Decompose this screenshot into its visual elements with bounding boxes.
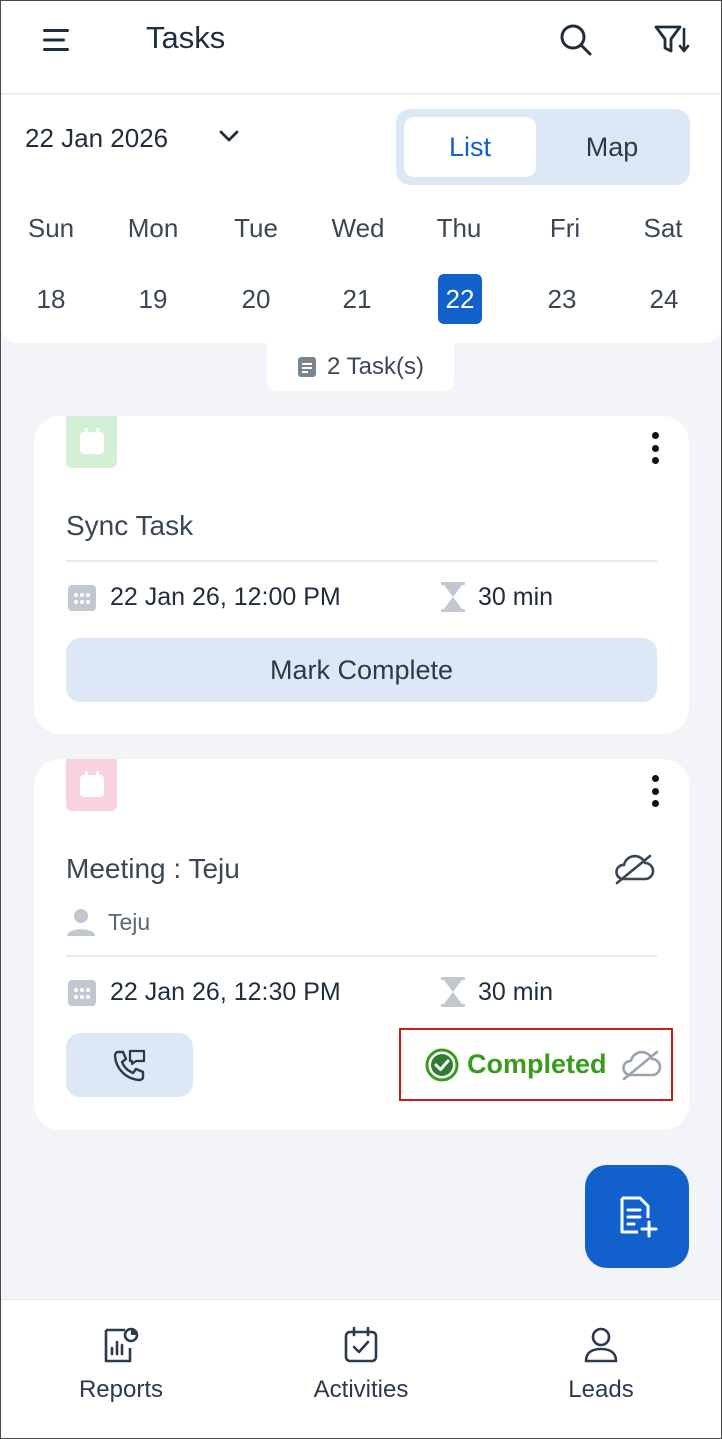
status-text: Completed [467, 1049, 607, 1079]
date-number: 20 [241, 284, 271, 314]
task-duration: 30 min [440, 976, 553, 1008]
task-type-tag [66, 759, 117, 811]
date-number: 19 [138, 284, 168, 314]
filter-button[interactable] [650, 18, 694, 62]
search-icon [560, 24, 592, 56]
kebab-menu-icon [651, 775, 659, 782]
nav-label: Activities [313, 1376, 409, 1403]
weekday-row: Sun Mon Tue Wed Thu Fri Sat [0, 213, 722, 263]
datetime-text: 22 Jan 26, 12:00 PM [110, 582, 341, 611]
weekday-label: Sat [643, 213, 683, 243]
date-cell[interactable]: 24 [614, 274, 714, 324]
person-outline-icon [584, 1327, 618, 1363]
menu-button[interactable] [35, 18, 79, 62]
document-icon [298, 357, 317, 377]
selected-date-label[interactable]: 22 Jan 2026 [25, 123, 168, 154]
duration-text: 30 min [478, 977, 554, 1006]
add-note-icon [620, 1196, 658, 1237]
task-title: Sync Task [66, 510, 194, 541]
chevron-down-icon [219, 130, 239, 142]
date-number: 21 [342, 284, 372, 314]
phone-call-icon [113, 1049, 145, 1082]
sync-status [612, 853, 656, 890]
hourglass-icon [441, 977, 465, 1007]
date-cell[interactable]: 18 [1, 274, 101, 324]
hourglass-icon [441, 582, 465, 612]
search-button[interactable] [554, 18, 598, 62]
calendar-icon [79, 428, 104, 454]
task-count-text: 2 Task(s) [327, 353, 424, 380]
cloud-off-icon [615, 854, 655, 885]
weekday-label: Thu [436, 213, 482, 243]
task-datetime: 22 Jan 26, 12:00 PM [66, 581, 341, 613]
more-options-button[interactable] [643, 773, 667, 809]
nav-label: Leads [568, 1376, 634, 1403]
nav-reports[interactable]: Reports [21, 1326, 221, 1404]
kebab-menu-icon [651, 432, 659, 439]
owner-name: Teju [108, 908, 151, 935]
date-cell[interactable]: 23 [512, 274, 612, 324]
more-options-button[interactable] [643, 430, 667, 466]
duration-text: 30 min [478, 582, 554, 611]
weekday-label: Tue [234, 213, 278, 243]
date-cell[interactable]: 21 [307, 274, 407, 324]
bottom-navigation: Reports Activities Leads [0, 1299, 722, 1439]
weekday-label: Wed [331, 213, 385, 243]
weekday-label: Fri [549, 213, 581, 243]
call-button[interactable] [66, 1033, 193, 1097]
map-view-tab[interactable]: Map [542, 117, 682, 177]
task-type-tag [66, 416, 117, 468]
task-datetime: 22 Jan 26, 12:30 PM [66, 976, 341, 1008]
hamburger-icon [43, 29, 69, 51]
report-chart-icon [104, 1327, 139, 1363]
date-number: 18 [36, 284, 66, 314]
page-title: Tasks [146, 20, 226, 55]
divider [66, 560, 657, 562]
date-cell[interactable]: 19 [103, 274, 203, 324]
filter-sort-icon [654, 25, 690, 53]
calendar-check-icon [344, 1326, 378, 1363]
task-owner: Teju [66, 907, 150, 937]
nav-activities[interactable]: Activities [261, 1326, 461, 1404]
view-toggle: List Map [396, 109, 690, 185]
calendar-grid-icon [68, 980, 96, 1006]
calendar-icon [79, 771, 104, 797]
nav-leads[interactable]: Leads [501, 1326, 701, 1404]
task-card[interactable]: Meeting : Teju Teju 22 Jan 26, 12:30 PM … [34, 759, 689, 1130]
list-view-tab[interactable]: List [404, 117, 536, 177]
calendar-panel: 22 Jan 2026 List Map Sun Mon Tue Wed Thu… [0, 95, 722, 343]
weekday-label: Sun [27, 213, 75, 243]
add-task-button[interactable] [585, 1165, 689, 1268]
datetime-text: 22 Jan 26, 12:30 PM [110, 977, 341, 1006]
nav-label: Reports [78, 1376, 164, 1403]
divider [66, 955, 657, 957]
task-duration: 30 min [440, 581, 553, 613]
date-number: 24 [649, 284, 679, 314]
check-circle-icon [425, 1048, 459, 1081]
app-header: Tasks [0, 0, 722, 94]
person-icon [67, 909, 95, 936]
calendar-grid-icon [68, 585, 96, 611]
date-cell-selected[interactable]: 22 [410, 274, 510, 324]
task-count-chip: 2 Task(s) [267, 343, 454, 391]
date-number: 23 [547, 284, 577, 314]
date-row: 18 19 20 21 22 23 24 [0, 274, 722, 324]
task-title: Meeting : Teju [66, 853, 240, 884]
cloud-off-icon [621, 1050, 661, 1080]
date-cell[interactable]: 20 [206, 274, 306, 324]
date-picker-toggle[interactable] [214, 121, 244, 151]
task-card[interactable]: Sync Task 22 Jan 26, 12:00 PM 30 min Mar… [34, 416, 689, 734]
completed-status: Completed [399, 1028, 673, 1101]
date-number: 22 [438, 274, 482, 324]
weekday-label: Mon [127, 213, 179, 243]
mark-complete-button[interactable]: Mark Complete [66, 638, 657, 702]
